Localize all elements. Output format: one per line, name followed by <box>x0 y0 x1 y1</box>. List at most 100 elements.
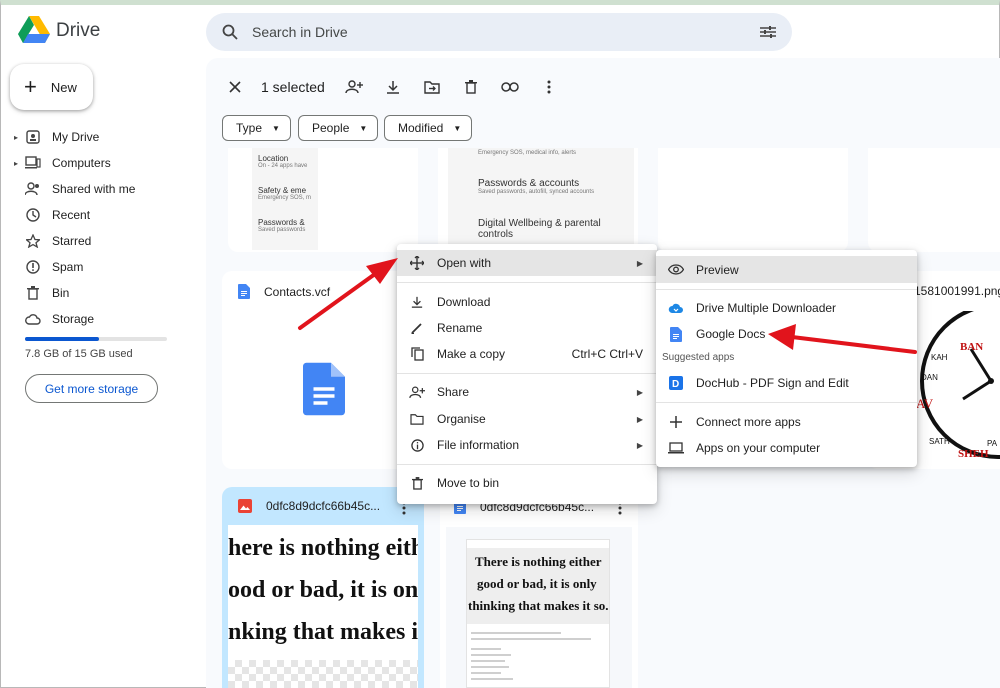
menu-item-move-to-bin[interactable]: Move to bin <box>397 470 657 496</box>
download-icon[interactable] <box>380 74 406 100</box>
sidebar-item-starred[interactable]: Starred <box>14 228 194 254</box>
add-people-icon[interactable] <box>341 74 367 100</box>
menu-divider <box>656 289 917 290</box>
quote-line: nking that makes i <box>228 619 418 645</box>
menu-item-share[interactable]: Share ▶ <box>397 379 657 405</box>
doc-large-icon <box>303 362 345 416</box>
google-docs-icon <box>668 326 684 342</box>
file-card[interactable] <box>658 148 848 252</box>
menu-item-make-copy[interactable]: Make a copy Ctrl+C Ctrl+V <box>397 341 657 367</box>
transparency-checker <box>228 660 418 688</box>
filter-modified[interactable]: Modified ▼ <box>384 115 473 141</box>
submenu-item-drive-multiple-downloader[interactable]: Drive Multiple Downloader <box>656 295 917 321</box>
sidebar-item-shared[interactable]: Shared with me <box>14 176 194 202</box>
search-options-icon[interactable] <box>760 25 776 39</box>
sidebar-item-recent[interactable]: Recent <box>14 202 194 228</box>
search-input[interactable]: Search in Drive <box>252 24 760 40</box>
sidebar-item-label: Starred <box>52 234 92 248</box>
file-thumbnail: Location On - 24 apps have Safety & eme … <box>252 148 318 250</box>
new-button[interactable]: + New <box>10 64 93 110</box>
thumb-passwords-row: Passwords & accounts Saved passwords, au… <box>478 178 594 195</box>
storage-bar-fill <box>25 337 99 341</box>
menu-item-label: Apps on your computer <box>696 441 821 455</box>
menu-item-label: DocHub - PDF Sign and Edit <box>696 376 849 390</box>
filter-label: People <box>312 121 350 135</box>
clock-label: DAN <box>921 373 938 382</box>
my-drive-icon <box>24 129 42 145</box>
file-card[interactable]: Emergency SOS, medical info, alerts Pass… <box>438 148 638 252</box>
sidebar-item-my-drive[interactable]: ▸ My Drive <box>14 124 194 150</box>
menu-item-label: Share <box>437 385 470 399</box>
sidebar-item-bin[interactable]: Bin <box>14 280 194 306</box>
doc-text-line <box>471 672 501 674</box>
menu-item-organise[interactable]: Organise ▶ <box>397 406 657 432</box>
open-with-submenu: Preview Drive Multiple Downloader Google… <box>656 250 917 467</box>
thumb-text: Emergency SOS, m <box>258 195 312 201</box>
link-icon[interactable] <box>497 74 523 100</box>
spam-icon <box>24 259 42 275</box>
trash-icon[interactable] <box>458 74 484 100</box>
sidebar-item-label: Recent <box>52 208 91 222</box>
menu-item-open-with[interactable]: Open with ▶ <box>397 250 657 276</box>
file-card-contacts[interactable]: Contacts.vcf <box>222 271 422 469</box>
shortcut-text: Ctrl+C Ctrl+V <box>571 347 643 361</box>
sidebar-item-label: Storage <box>52 312 95 326</box>
svg-text:D: D <box>672 379 679 390</box>
sidebar-item-spam[interactable]: Spam <box>14 254 194 280</box>
file-name: 0dfc8d9dcfc66b45c... <box>266 499 381 513</box>
thumb-text: On - 24 apps have <box>258 163 308 169</box>
menu-item-file-information[interactable]: File information ▶ <box>397 432 657 458</box>
submenu-item-connect-more-apps[interactable]: Connect more apps <box>656 409 917 435</box>
search-icon[interactable] <box>222 24 238 40</box>
submenu-item-dochub[interactable]: D DocHub - PDF Sign and Edit <box>656 370 917 396</box>
file-thumbnail: here is nothing eith ood or bad, it is o… <box>228 525 418 688</box>
thumb-text: controls <box>478 229 514 240</box>
submenu-arrow-icon: ▶ <box>636 440 643 450</box>
download-icon <box>409 294 425 310</box>
selection-toolbar: 1 selected <box>222 74 575 100</box>
app-title: Drive <box>56 20 101 41</box>
submenu-arrow-icon: ▶ <box>636 414 643 424</box>
plus-icon: + <box>24 74 37 99</box>
menu-item-label: Preview <box>696 262 739 277</box>
file-card[interactable] <box>868 148 1000 252</box>
get-more-storage-button[interactable]: Get more storage <box>25 374 158 403</box>
menu-item-label: Download <box>437 295 491 309</box>
storage-usage-text: 7.8 GB of 15 GB used <box>25 348 133 360</box>
copy-icon <box>409 346 425 362</box>
caret-right-icon[interactable]: ▸ <box>14 159 24 168</box>
menu-item-label: Make a copy <box>437 347 506 361</box>
submenu-item-apps-on-computer[interactable]: Apps on your computer <box>656 435 917 461</box>
submenu-item-preview[interactable]: Preview <box>656 256 917 283</box>
sidebar-nav: ▸ My Drive ▸ Computers Shared with me Re… <box>14 124 194 332</box>
clock-label: KAH <box>931 353 948 362</box>
menu-divider <box>397 464 657 465</box>
drive-logo-icon[interactable] <box>18 16 50 46</box>
submenu-item-google-docs[interactable]: Google Docs <box>656 321 917 347</box>
filter-people[interactable]: People ▼ <box>298 115 379 141</box>
filter-type[interactable]: Type ▼ <box>222 115 291 141</box>
trash-icon <box>409 475 425 491</box>
menu-item-download[interactable]: Download <box>397 289 657 315</box>
thumb-wellbeing-row: Digital Wellbeing & parental controls <box>478 218 601 240</box>
trash-icon <box>24 285 42 301</box>
dropdown-icon: ▼ <box>272 123 280 133</box>
file-name: Contacts.vcf <box>264 284 331 299</box>
file-card[interactable]: Location On - 24 apps have Safety & eme … <box>228 148 418 252</box>
file-card-image-selected[interactable]: 0dfc8d9dcfc66b45c... here is nothing eit… <box>222 487 424 688</box>
doc-page: There is nothing either good or bad, it … <box>466 539 610 688</box>
sidebar-item-computers[interactable]: ▸ Computers <box>14 150 194 176</box>
menu-item-label: Organise <box>437 412 486 426</box>
file-card-title: 1581001991.png <box>914 284 1000 298</box>
share-person-icon <box>409 384 425 400</box>
move-to-folder-icon[interactable] <box>419 74 445 100</box>
search-bar[interactable]: Search in Drive <box>206 13 792 51</box>
menu-item-rename[interactable]: Rename <box>397 315 657 341</box>
clear-selection-icon[interactable] <box>222 74 248 100</box>
caret-right-icon[interactable]: ▸ <box>14 133 24 142</box>
file-card-doc[interactable]: 0dfc8d9dcfc66b45c... There is nothing ei… <box>440 487 638 688</box>
filter-label: Modified <box>398 121 444 135</box>
more-vert-icon[interactable] <box>536 74 562 100</box>
menu-item-label: Google Docs <box>696 327 766 341</box>
sidebar-item-storage[interactable]: Storage <box>14 306 194 332</box>
